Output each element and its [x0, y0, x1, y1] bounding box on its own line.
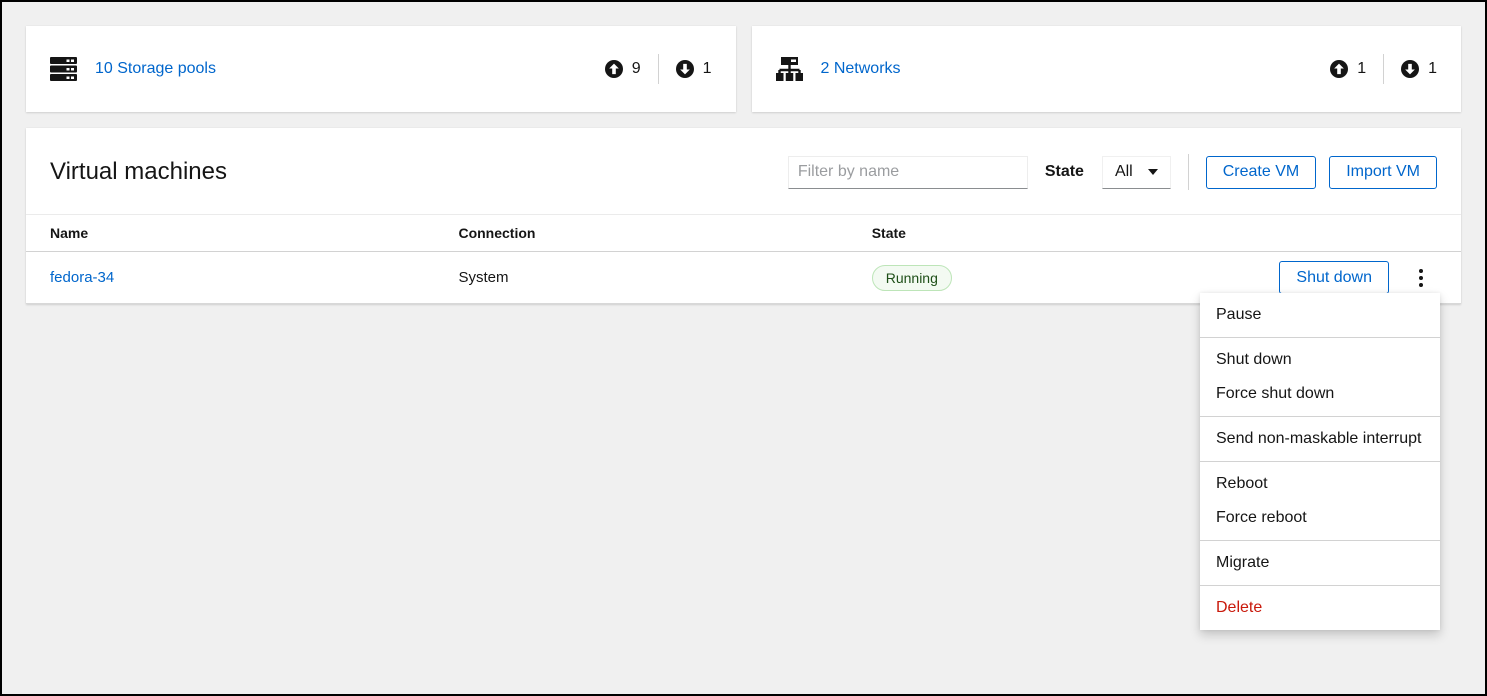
- arrow-circle-up-icon: [605, 60, 623, 78]
- menu-item-send-non-maskable-interrupt[interactable]: Send non-maskable interrupt: [1200, 422, 1440, 456]
- storage-pools-link[interactable]: 10 Storage pools: [95, 60, 216, 78]
- status-badge: Running: [872, 265, 952, 291]
- state-filter-value: All: [1115, 163, 1133, 181]
- divider: [1383, 54, 1384, 84]
- column-header-connection: Connection: [446, 215, 859, 252]
- column-header-name: Name: [26, 215, 446, 252]
- cockpit-virtual-machines-page: { "summary_cards": [ { "label": "10 Stor…: [0, 0, 1487, 696]
- menu-item-force-reboot[interactable]: Force reboot: [1200, 501, 1440, 535]
- arrow-circle-down-icon: [676, 60, 694, 78]
- column-header-actions: [1204, 215, 1461, 252]
- state-filter-select[interactable]: All: [1102, 156, 1171, 189]
- page-title: Virtual machines: [50, 158, 227, 186]
- vm-toolbar: State All Create VM Import VM: [788, 154, 1437, 190]
- page-content: 10 Storage pools 9 1: [2, 2, 1485, 328]
- virtual-machines-card: Virtual machines State All Create VM Imp…: [26, 128, 1461, 304]
- toolbar-divider: [1188, 154, 1189, 190]
- caret-down-icon: [1148, 169, 1158, 175]
- vm-table: Name Connection State fedora-34 System R…: [26, 214, 1461, 304]
- filter-by-name-input[interactable]: [788, 156, 1028, 189]
- divider: [658, 54, 659, 84]
- networks-card: 2 Networks 1 1: [752, 26, 1462, 112]
- menu-item-reboot[interactable]: Reboot: [1200, 467, 1440, 501]
- menu-item-force-shut-down[interactable]: Force shut down: [1200, 377, 1440, 411]
- menu-item-pause[interactable]: Pause: [1200, 298, 1440, 332]
- storage-pools-down-count: 1: [703, 60, 712, 78]
- menu-item-migrate[interactable]: Migrate: [1200, 546, 1440, 580]
- shut-down-button[interactable]: Shut down: [1279, 261, 1389, 294]
- vm-connection: System: [458, 269, 508, 286]
- menu-item-delete[interactable]: Delete: [1200, 591, 1440, 625]
- column-header-state: State: [860, 215, 1204, 252]
- arrow-circle-up-icon: [1330, 60, 1348, 78]
- menu-item-shut-down[interactable]: Shut down: [1200, 343, 1440, 377]
- arrow-circle-down-icon: [1401, 60, 1419, 78]
- state-filter-label: State: [1045, 163, 1084, 181]
- import-vm-button[interactable]: Import VM: [1329, 156, 1437, 189]
- vm-card-header: Virtual machines State All Create VM Imp…: [26, 128, 1461, 214]
- networks-up-count: 1: [1357, 60, 1366, 78]
- create-vm-button[interactable]: Create VM: [1206, 156, 1316, 189]
- storage-pools-icon: [50, 56, 77, 82]
- storage-pools-card: 10 Storage pools 9 1: [26, 26, 736, 112]
- vm-name-link[interactable]: fedora-34: [50, 269, 114, 286]
- storage-pools-up-count: 9: [632, 60, 641, 78]
- vm-table-header-row: Name Connection State: [26, 215, 1461, 252]
- networks-link[interactable]: 2 Networks: [821, 60, 901, 78]
- networks-icon: [776, 56, 803, 82]
- networks-down-count: 1: [1428, 60, 1437, 78]
- row-actions: Shut down: [1216, 261, 1449, 295]
- kebab-menu-icon[interactable]: [1405, 261, 1437, 295]
- vm-actions-dropdown-menu: Pause Shut down Force shut down Send non…: [1200, 293, 1440, 630]
- summary-row: 10 Storage pools 9 1: [26, 26, 1461, 112]
